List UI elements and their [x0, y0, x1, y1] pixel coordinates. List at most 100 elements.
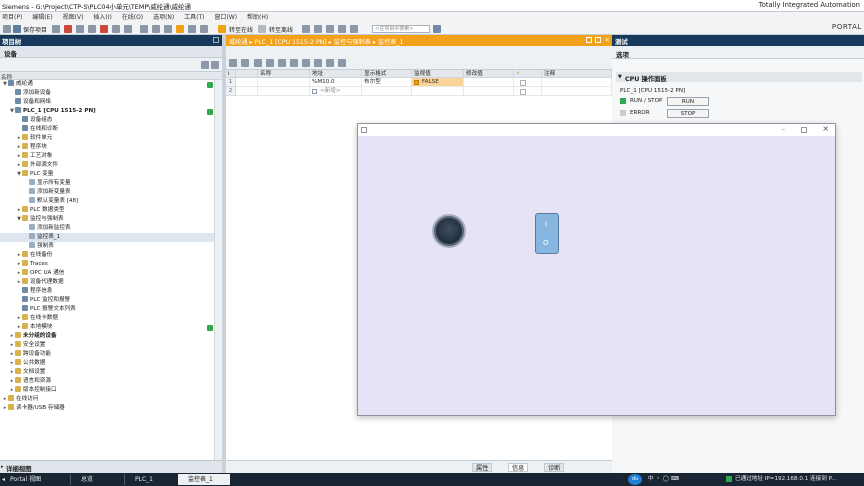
cell-comment[interactable]: [542, 78, 612, 87]
tree-item[interactable]: ▸ PLC 数据类型: [0, 206, 214, 215]
tree-scrollbar[interactable]: [214, 80, 222, 460]
tree-item[interactable]: ▸ 软件单元: [0, 134, 214, 143]
maximize-icon[interactable]: [801, 127, 807, 133]
tree-item[interactable]: ▸ 工艺对象: [0, 152, 214, 161]
portal-view-button[interactable]: Portal 视图: [0, 474, 68, 485]
toolbar-tool-icon[interactable]: [338, 25, 346, 33]
monitor-once-icon[interactable]: [290, 59, 298, 67]
tree-item[interactable]: ▸ 版本控制接口: [0, 386, 214, 395]
ime-icon[interactable]: du: [628, 474, 642, 485]
col-comment[interactable]: 注释: [542, 70, 612, 78]
tree-item[interactable]: ▸ 安全设置: [0, 341, 214, 350]
cut-icon[interactable]: [64, 25, 72, 33]
tree-item[interactable]: 显示所有变量: [0, 179, 214, 188]
col-modify-value[interactable]: 修改值: [464, 70, 514, 78]
cell-display-format[interactable]: 布尔型: [362, 78, 412, 87]
print-icon[interactable]: [52, 25, 60, 33]
trigger-icon[interactable]: [302, 59, 310, 67]
stop-button[interactable]: STOP: [667, 109, 709, 118]
monitor-all-icon[interactable]: [278, 59, 286, 67]
go-online-button[interactable]: 转至在线: [229, 25, 253, 34]
cell-name[interactable]: [258, 87, 310, 96]
tree-item[interactable]: ▸ 语言和资源: [0, 377, 214, 386]
tree-item[interactable]: 默认变量表 [48]: [0, 197, 214, 206]
search-icon[interactable]: [433, 25, 441, 33]
run-button[interactable]: RUN: [667, 97, 709, 106]
tree-item[interactable]: 设备和网络: [0, 98, 214, 107]
tree-item[interactable]: 添加新变量表: [0, 188, 214, 197]
add-row-icon[interactable]: [241, 59, 249, 67]
simulation-icon[interactable]: [176, 25, 184, 33]
download-icon[interactable]: [152, 25, 160, 33]
go-online-icon[interactable]: [218, 25, 226, 33]
tree-item[interactable]: ▸ 程序块: [0, 143, 214, 152]
tree-item[interactable]: ▸ 本地模块: [0, 323, 214, 332]
redo-icon[interactable]: [124, 25, 132, 33]
tab-info[interactable]: 信息: [508, 463, 529, 472]
go-offline-button[interactable]: 转至离线: [269, 25, 293, 34]
simulation-window-titlebar[interactable]: – ×: [358, 124, 835, 136]
col-monitor-value[interactable]: 监视值: [412, 70, 464, 78]
undo-icon[interactable]: [112, 25, 120, 33]
open-project-icon[interactable]: [13, 25, 21, 33]
force-icon[interactable]: [314, 59, 322, 67]
modify-now-icon[interactable]: [266, 59, 274, 67]
toggle-switch[interactable]: I O: [535, 213, 559, 254]
toolbar-tool-icon[interactable]: [314, 25, 322, 33]
col-address[interactable]: 地址: [310, 70, 362, 78]
tab-diagnostics[interactable]: 诊断: [544, 463, 565, 472]
ime-lang-icon[interactable]: 中 ・ ◯ ⌨: [648, 474, 679, 485]
tree-item[interactable]: ▸ 在线备份: [0, 251, 214, 260]
devices-tab[interactable]: 设备: [0, 46, 222, 58]
show-hide-columns-icon[interactable]: [254, 59, 262, 67]
accessible-devices-icon[interactable]: [200, 25, 208, 33]
toolbar-tool-icon[interactable]: [326, 25, 334, 33]
menu-project[interactable]: 项目(P): [2, 12, 22, 23]
monitor-icon[interactable]: [188, 25, 196, 33]
watch-options-icon[interactable]: [338, 59, 346, 67]
menu-tools[interactable]: 工具(T): [184, 12, 204, 23]
collapse-panel-icon[interactable]: [213, 37, 219, 43]
close-icon[interactable]: ×: [822, 124, 829, 133]
menu-help[interactable]: 帮助(H): [247, 12, 268, 23]
cell-modify-value[interactable]: [464, 87, 514, 96]
tree-item[interactable]: 设备组态: [0, 116, 214, 125]
tree-item[interactable]: PLC 报警文本列表: [0, 305, 214, 314]
menu-view[interactable]: 视图(V): [63, 12, 84, 23]
compile-icon[interactable]: [140, 25, 148, 33]
close-icon[interactable]: ×: [604, 36, 610, 44]
taskbar-tab-overview[interactable]: 总览: [70, 474, 122, 485]
tree-item[interactable]: ▸ Traces: [0, 260, 214, 269]
tree-item[interactable]: ▸ 读卡器/USB 存储器: [0, 404, 214, 413]
copy-icon[interactable]: [76, 25, 84, 33]
cell-comment[interactable]: [542, 87, 612, 96]
tree-item[interactable]: ▼ PLC_1 [CPU 1515-2 PN]: [0, 107, 214, 116]
toolbar-tool-icon[interactable]: [350, 25, 358, 33]
insert-row-icon[interactable]: [229, 59, 237, 67]
cpu-panel-header[interactable]: ▼ CPU 操作面板: [616, 72, 862, 83]
tree-item[interactable]: ▸ 文档设置: [0, 368, 214, 377]
tree-item[interactable]: 添加新监控表: [0, 224, 214, 233]
tree-item[interactable]: ▸ 公共数据: [0, 359, 214, 368]
taskbar-tab-watch-table[interactable]: 监控表_1: [178, 474, 230, 485]
tree-item[interactable]: ▸ 外部源文件: [0, 161, 214, 170]
cell-modify-value[interactable]: [464, 78, 514, 87]
col-display-format[interactable]: 显示格式: [362, 70, 412, 78]
tree-item[interactable]: ▼ 威纶通: [0, 80, 214, 89]
maximize-icon[interactable]: [595, 37, 601, 43]
cell-address[interactable]: %M10.0: [310, 78, 362, 87]
go-offline-icon[interactable]: [258, 25, 266, 33]
new-project-icon[interactable]: [3, 25, 11, 33]
tree-item[interactable]: ▸ 未分组的设备: [0, 332, 214, 341]
tree-item[interactable]: ▸ 设备代理数据: [0, 278, 214, 287]
delete-icon[interactable]: [100, 25, 108, 33]
tree-item[interactable]: ▼ 监控与强制表: [0, 215, 214, 224]
project-search-input[interactable]: <在项目中搜索>: [372, 25, 430, 33]
tree-item[interactable]: ▸ 在线访问: [0, 395, 214, 404]
menu-edit[interactable]: 编辑(E): [32, 12, 52, 23]
minimize-icon[interactable]: [586, 37, 592, 43]
menu-options[interactable]: 选项(N): [153, 12, 174, 23]
tab-properties[interactable]: 属性: [472, 463, 493, 472]
tree-view-icon[interactable]: [201, 61, 209, 69]
tree-item[interactable]: ▸ 在线卡数据: [0, 314, 214, 323]
